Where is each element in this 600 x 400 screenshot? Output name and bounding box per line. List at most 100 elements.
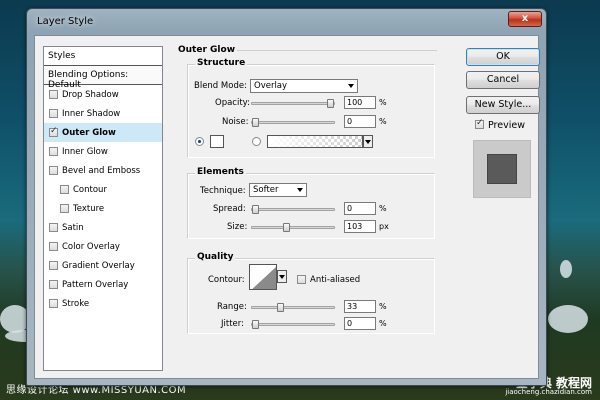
outer-glow-underline xyxy=(237,50,437,51)
blend-mode-label: Blend Mode: xyxy=(194,81,247,91)
style-item-pattern-overlay[interactable]: Pattern Overlay xyxy=(44,275,162,294)
opacity-slider[interactable] xyxy=(251,99,335,108)
contour-label: Contour: xyxy=(208,275,245,285)
size-label: Size: xyxy=(227,222,248,232)
jitter-input[interactable]: 0 xyxy=(344,317,376,330)
background-pebble xyxy=(560,260,572,278)
size-slider-thumb[interactable] xyxy=(283,223,290,232)
noise-unit: % xyxy=(379,117,387,126)
range-slider[interactable] xyxy=(251,303,335,312)
style-item-label: Pattern Overlay xyxy=(62,279,129,290)
style-checkbox[interactable] xyxy=(49,126,58,137)
title-bar[interactable]: Layer Style x xyxy=(27,9,546,35)
jitter-slider-thumb[interactable] xyxy=(252,320,259,329)
noise-slider-thumb[interactable] xyxy=(252,118,259,127)
style-item-satin[interactable]: Satin xyxy=(44,218,162,237)
style-checkbox[interactable] xyxy=(49,166,58,175)
style-item-texture[interactable]: Texture xyxy=(44,199,162,218)
solid-color-radio[interactable] xyxy=(195,137,204,146)
range-unit: % xyxy=(379,302,387,311)
style-item-label: Outer Glow xyxy=(62,127,116,138)
style-checkbox[interactable] xyxy=(49,299,58,308)
gradient-radio[interactable] xyxy=(252,137,261,146)
blending-options-item[interactable]: Blending Options: Default xyxy=(44,66,162,90)
style-item-label: Drop Shadow xyxy=(62,89,119,100)
spread-slider-thumb[interactable] xyxy=(252,205,259,214)
size-unit: px xyxy=(379,222,389,231)
technique-value: Softer xyxy=(253,185,279,195)
glow-gradient-picker[interactable] xyxy=(267,135,363,148)
spread-slider[interactable] xyxy=(251,205,335,214)
style-item-label: Satin xyxy=(62,222,84,233)
check-icon: ✓ xyxy=(476,118,484,128)
dialog-title: Layer Style xyxy=(37,16,94,27)
style-item-drop-shadow[interactable]: Drop Shadow xyxy=(44,85,162,104)
contour-picker[interactable] xyxy=(249,264,277,290)
size-slider[interactable] xyxy=(251,223,335,232)
size-input[interactable]: 103 xyxy=(344,220,376,233)
range-label: Range: xyxy=(217,302,247,312)
style-checkbox[interactable] xyxy=(49,280,58,289)
style-checkbox[interactable] xyxy=(60,185,69,194)
cancel-button[interactable]: Cancel xyxy=(466,71,540,89)
style-item-contour[interactable]: Contour xyxy=(44,180,162,199)
blend-mode-select[interactable]: Overlay xyxy=(250,79,358,93)
layer-style-dialog: Layer Style x Styles Blending Options: D… xyxy=(26,8,547,386)
style-item-label: Bevel and Emboss xyxy=(62,165,141,176)
opacity-label: Opacity: xyxy=(215,98,250,108)
styles-header[interactable]: Styles xyxy=(44,47,162,66)
style-checkbox[interactable] xyxy=(49,223,58,232)
chevron-down-icon xyxy=(297,188,303,192)
style-item-label: Inner Shadow xyxy=(62,108,121,119)
gradient-dropdown-button[interactable] xyxy=(363,135,373,148)
style-checkbox[interactable] xyxy=(60,204,69,213)
style-item-label: Gradient Overlay xyxy=(62,260,135,271)
style-item-stroke[interactable]: Stroke xyxy=(44,294,162,313)
opacity-input[interactable]: 100 xyxy=(344,96,376,109)
preview-checkbox[interactable]: ✓ xyxy=(475,118,484,129)
quality-title: Quality xyxy=(195,252,236,262)
jitter-slider[interactable] xyxy=(251,320,335,329)
spread-label: Spread: xyxy=(213,204,246,214)
style-item-label: Color Overlay xyxy=(62,241,120,252)
dialog-body: Styles Blending Options: Default Drop Sh… xyxy=(34,35,540,379)
glow-color-swatch[interactable] xyxy=(210,135,224,148)
new-style-button[interactable]: New Style... xyxy=(466,96,540,114)
style-item-label: Stroke xyxy=(62,298,90,309)
style-item-color-overlay[interactable]: Color Overlay xyxy=(44,237,162,256)
elements-title: Elements xyxy=(195,167,246,177)
style-item-inner-glow[interactable]: Inner Glow xyxy=(44,142,162,161)
style-checkbox[interactable] xyxy=(49,242,58,251)
range-slider-thumb[interactable] xyxy=(277,303,284,312)
style-item-inner-shadow[interactable]: Inner Shadow xyxy=(44,104,162,123)
style-item-label: Texture xyxy=(73,203,105,214)
style-item-outer-glow[interactable]: Outer Glow xyxy=(44,123,162,142)
background-pebble xyxy=(548,305,588,333)
style-item-gradient-overlay[interactable]: Gradient Overlay xyxy=(44,256,162,275)
style-item-bevel-and-emboss[interactable]: Bevel and Emboss xyxy=(44,161,162,180)
noise-label: Noise: xyxy=(222,117,249,127)
technique-label: Technique: xyxy=(200,186,246,196)
outer-glow-title: Outer Glow xyxy=(178,45,236,55)
anti-aliased-label: Anti-aliased xyxy=(310,275,361,285)
technique-select[interactable]: Softer xyxy=(249,183,307,197)
close-button[interactable]: x xyxy=(508,11,542,27)
style-checkbox[interactable] xyxy=(49,109,58,118)
opacity-slider-thumb[interactable] xyxy=(327,99,334,108)
opacity-unit: % xyxy=(379,98,387,107)
style-checkbox[interactable] xyxy=(49,90,58,99)
anti-aliased-checkbox[interactable] xyxy=(297,275,306,284)
contour-dropdown-button[interactable] xyxy=(277,270,287,283)
chevron-down-icon xyxy=(348,84,354,88)
preview-swatch xyxy=(487,154,517,184)
style-item-label: Inner Glow xyxy=(62,146,108,157)
style-preview xyxy=(473,140,531,198)
noise-slider[interactable] xyxy=(251,118,335,127)
noise-input[interactable]: 0 xyxy=(344,115,376,128)
ok-button[interactable]: OK xyxy=(466,48,540,66)
range-input[interactable]: 33 xyxy=(344,300,376,313)
style-checkbox[interactable] xyxy=(49,261,58,270)
jitter-label: Jitter: xyxy=(221,319,244,329)
spread-input[interactable]: 0 xyxy=(344,202,376,215)
style-checkbox[interactable] xyxy=(49,147,58,156)
